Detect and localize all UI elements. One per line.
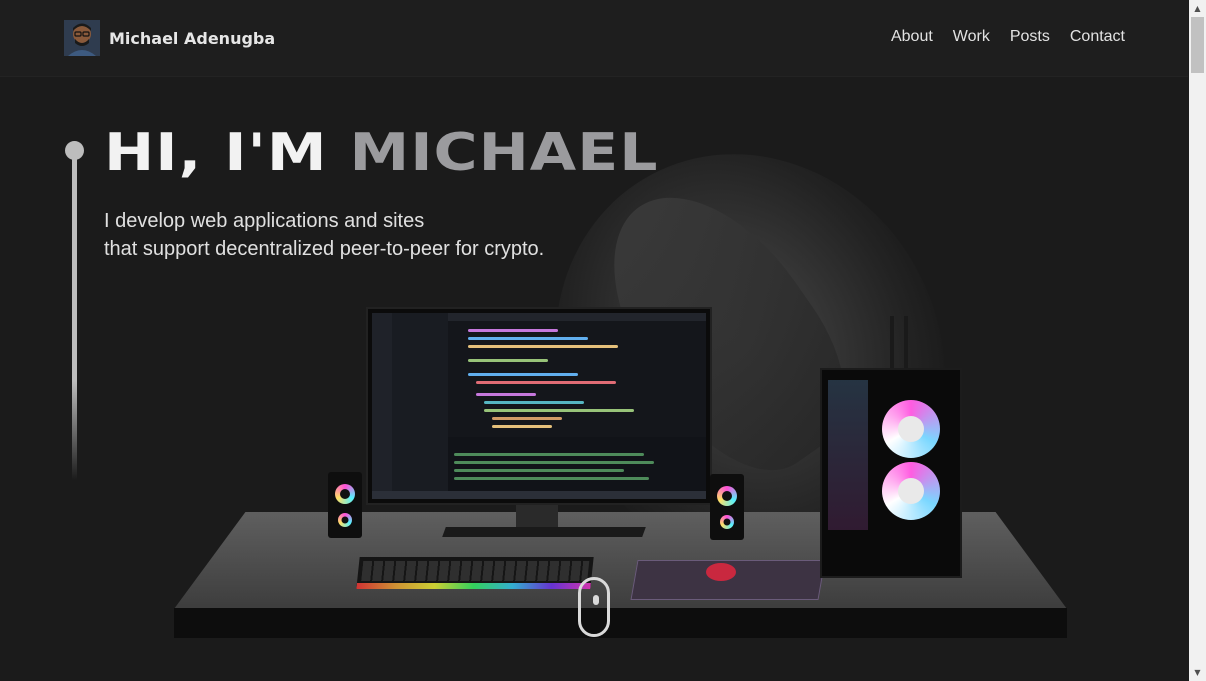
hero-rail-line: [72, 150, 77, 480]
pc-antenna-left: [890, 316, 894, 372]
desk-edge: [174, 608, 1067, 638]
pc-fan-bottom: [882, 462, 940, 520]
nav-menu: About Work Posts Contact: [891, 28, 1125, 46]
navbar: Michael Adenugba About Work Posts Contac…: [0, 0, 1188, 77]
hero-subtitle: I develop web applications and sites tha…: [104, 207, 544, 263]
scrollbar-thumb[interactable]: [1191, 17, 1204, 73]
hero-title-greeting: HI, I'M: [104, 122, 350, 184]
scroll-down-arrow-icon[interactable]: ▼: [1189, 664, 1206, 681]
speaker-left: [328, 472, 362, 538]
speaker-right: [710, 474, 744, 540]
hero-subtitle-line-1: I develop web applications and sites: [104, 210, 425, 232]
keyboard: [356, 557, 594, 589]
monitor-stand-base: [442, 527, 646, 537]
mouse-scroll-icon[interactable]: [578, 577, 610, 637]
pc-fan-top: [882, 400, 940, 458]
scroll-up-arrow-icon[interactable]: ▲: [1189, 0, 1206, 17]
brand-name: Michael Adenugba: [109, 28, 276, 48]
nav-link-work[interactable]: Work: [953, 28, 990, 46]
monitor-screen: [372, 313, 706, 499]
computer-mouse: [706, 563, 736, 581]
hero-title-name: MICHAEL: [349, 122, 659, 184]
hero-title: HI, I'M MICHAEL: [104, 122, 658, 184]
nav-link-about[interactable]: About: [891, 28, 933, 46]
page-scrollbar[interactable]: ▲ ▼: [1189, 0, 1206, 681]
avatar: [64, 20, 100, 56]
hero-subtitle-line-2: that support decentralized peer-to-peer …: [104, 238, 545, 260]
nav-link-posts[interactable]: Posts: [1010, 28, 1050, 46]
nav-link-contact[interactable]: Contact: [1070, 28, 1125, 46]
pc-antenna-right: [904, 316, 908, 372]
monitor: [366, 307, 712, 505]
brand-link[interactable]: Michael Adenugba: [64, 20, 275, 56]
pc-tower: [820, 368, 962, 578]
